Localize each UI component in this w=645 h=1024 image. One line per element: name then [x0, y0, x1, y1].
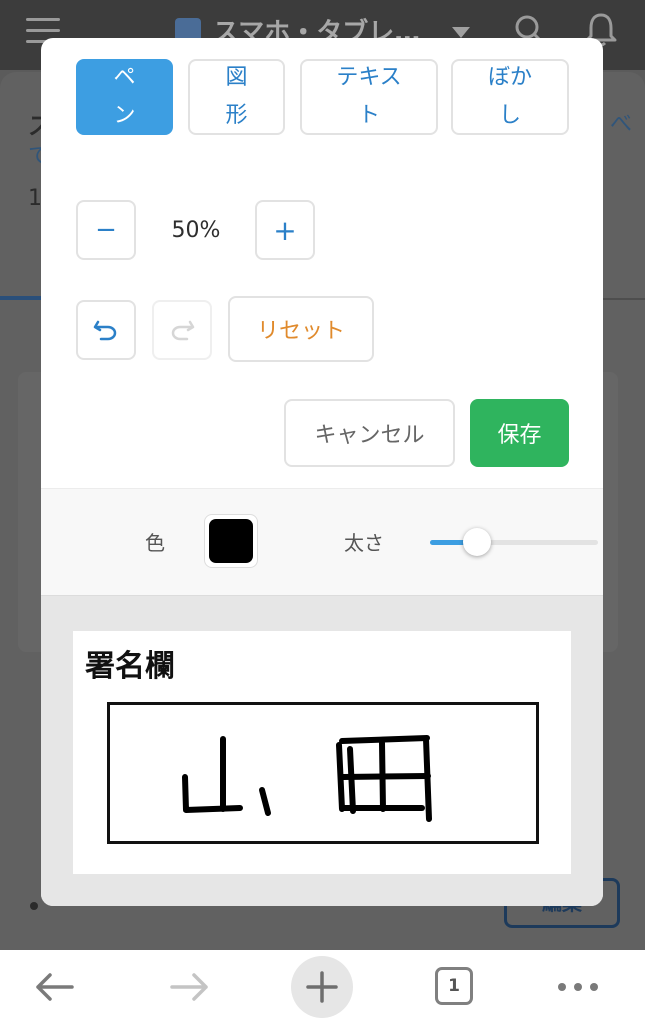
minus-icon: −	[95, 215, 117, 245]
cancel-button[interactable]: キャンセル	[284, 399, 455, 467]
canvas-image[interactable]: 署名欄	[73, 631, 571, 874]
zoom-level: 50%	[171, 218, 221, 243]
tool-blur-button[interactable]: ぼか し	[451, 59, 569, 135]
tool-blur-label: ぼか し	[487, 65, 532, 128]
more-horizontal-icon[interactable]	[553, 962, 603, 1012]
pen-properties: 色 太さ	[41, 489, 603, 595]
undo-button[interactable]	[76, 300, 136, 360]
tool-text-label: テキス ト	[336, 65, 402, 128]
arrow-left-icon[interactable]	[30, 962, 80, 1012]
tool-shape-label: 図 形	[225, 65, 248, 128]
tool-shape-button[interactable]: 図 形	[188, 59, 285, 135]
width-slider-thumb[interactable]	[463, 528, 491, 556]
chevron-down-icon[interactable]	[452, 27, 470, 38]
tool-pen-button[interactable]: ペ ン	[76, 59, 173, 135]
browser-toolbar: 1	[0, 950, 645, 1024]
handwritten-signature	[182, 735, 432, 822]
redo-button[interactable]	[152, 300, 212, 360]
plus-icon: +	[273, 213, 297, 247]
new-tab-button[interactable]	[291, 956, 353, 1018]
zoom-in-button[interactable]: +	[255, 200, 315, 260]
color-label: 色	[145, 531, 165, 555]
width-label: 太さ	[344, 531, 384, 555]
signature-box[interactable]	[107, 702, 539, 844]
background-link-right: べ	[610, 112, 633, 137]
background-bullet	[30, 902, 38, 910]
image-editor-modal: ペ ン 図 形 テキス ト ぼか し − 50% + リセット キャンセル 保存…	[41, 38, 603, 906]
drawing-canvas-area[interactable]: 署名欄	[41, 595, 603, 906]
color-swatch	[209, 519, 253, 563]
arrow-right-icon[interactable]	[164, 962, 214, 1012]
undo-icon	[93, 320, 117, 341]
signature-field-title: 署名欄	[85, 649, 175, 684]
save-button[interactable]: 保存	[470, 399, 569, 467]
tool-pen-label: ペ ン	[113, 65, 136, 128]
reset-button[interactable]: リセット	[228, 296, 374, 362]
tool-text-button[interactable]: テキス ト	[300, 59, 438, 135]
color-picker[interactable]	[204, 514, 258, 568]
background-count: 1	[28, 186, 42, 211]
plus-icon	[306, 971, 338, 1003]
tab-count-button[interactable]: 1	[435, 967, 473, 1005]
redo-icon	[171, 320, 195, 341]
zoom-out-button[interactable]: −	[76, 200, 136, 260]
